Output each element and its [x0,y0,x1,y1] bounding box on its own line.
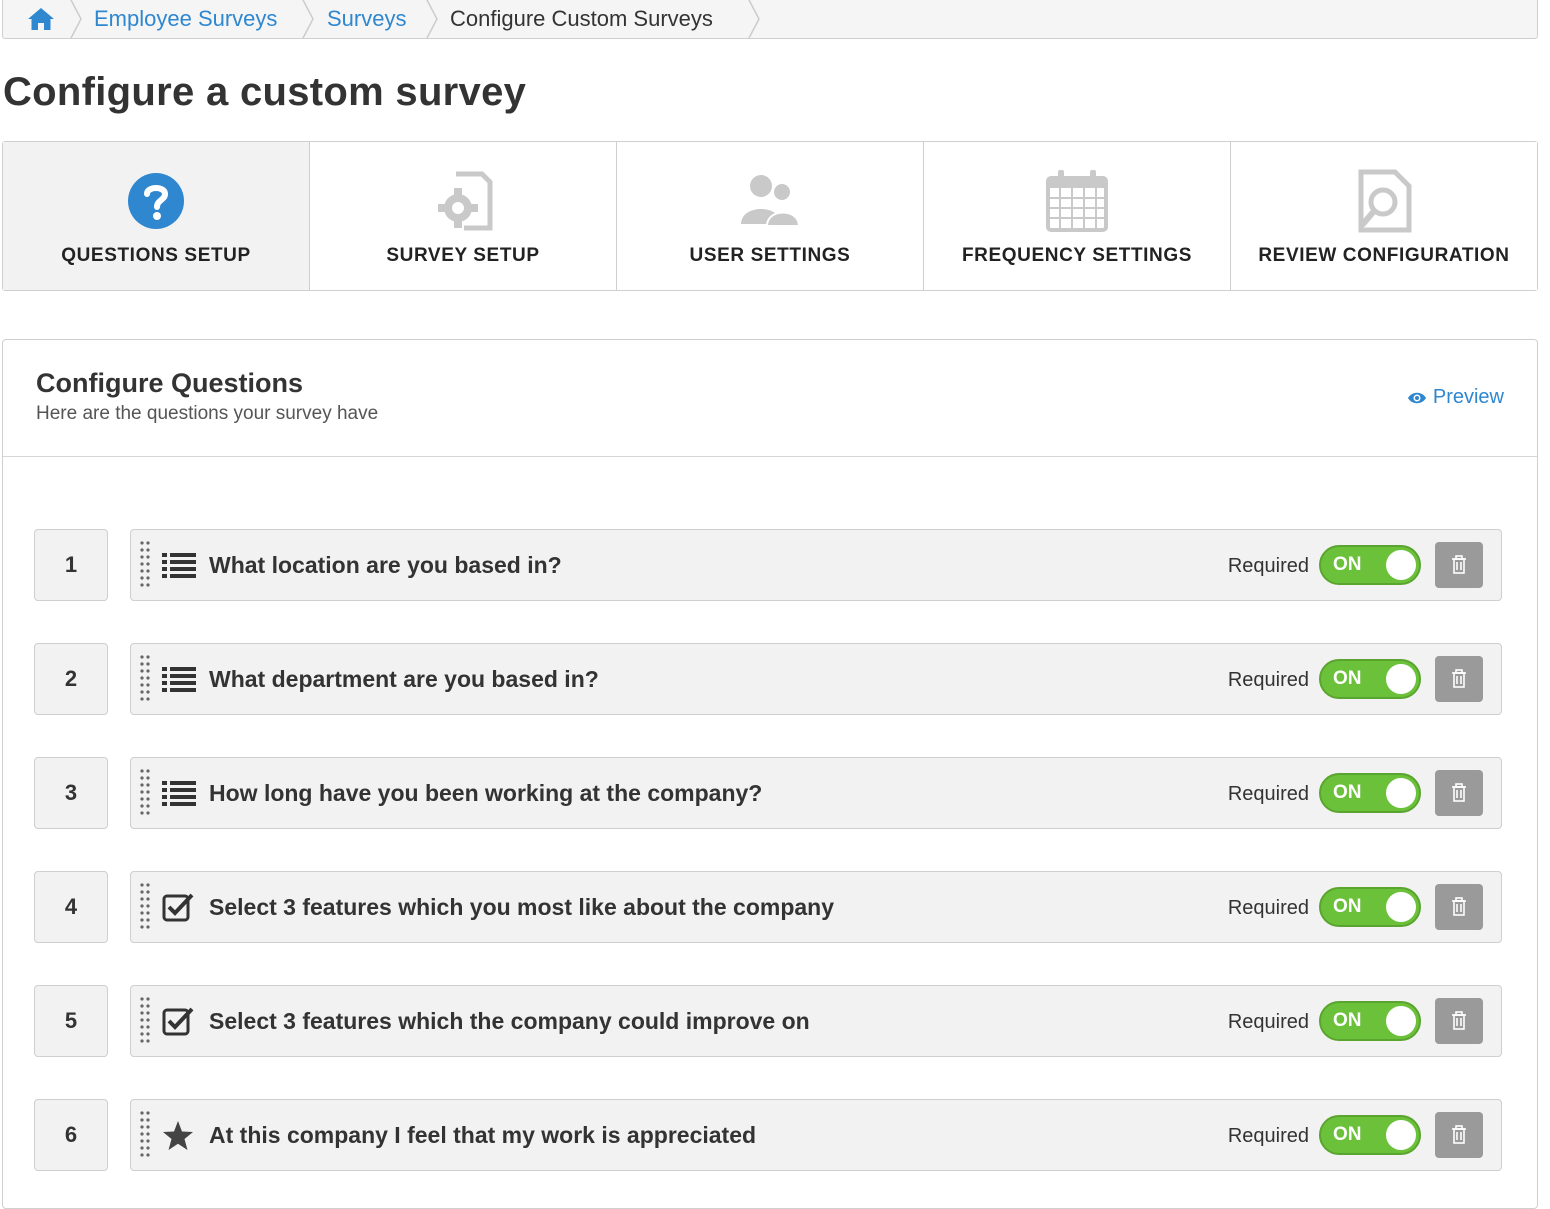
panel-title: Configure Questions [36,368,304,398]
trash-icon [1452,897,1466,916]
question-row[interactable]: At this company I feel that my work is a… [130,1099,1502,1171]
trash-icon [1452,783,1466,802]
step-questions-setup[interactable]: QUESTIONS SETUP [3,142,310,290]
step-label: REVIEW CONFIGURATION [1258,245,1510,266]
question-row[interactable]: What location are you based in? Required… [130,529,1502,601]
panel-header: Configure Questions Here are the questio… [3,340,1537,457]
document-gear-icon [430,168,496,234]
home-icon[interactable] [27,6,55,32]
breadcrumb: Employee Surveys Surveys Configure Custo… [2,0,1538,39]
step-label: FREQUENCY SETTINGS [961,245,1193,266]
step-review-configuration[interactable]: REVIEW CONFIGURATION [1231,142,1537,290]
breadcrumb-separator-icon [425,0,439,39]
checkbox-icon [162,892,196,924]
question-text: At this company I feel that my work is a… [209,1122,757,1148]
question-row[interactable]: Select 3 features which you most like ab… [130,871,1502,943]
step-label: USER SETTINGS [689,245,851,266]
required-toggle[interactable]: ON [1319,659,1421,699]
drag-handle-icon[interactable] [139,1110,151,1162]
delete-question-button[interactable] [1435,542,1483,588]
question-number: 4 [34,871,108,943]
calendar-icon [1044,168,1110,234]
delete-question-button[interactable] [1435,770,1483,816]
question-row[interactable]: What department are you based in? Requir… [130,643,1502,715]
list-icon [162,778,196,810]
drag-handle-icon[interactable] [139,540,151,592]
toggle-label: ON [1333,668,1362,689]
question-number: 2 [34,643,108,715]
preview-link[interactable]: Preview [1407,386,1504,409]
required-label: Required [1227,897,1309,919]
question-text: Select 3 features which the company coul… [209,1008,810,1034]
delete-question-button[interactable] [1435,1112,1483,1158]
required-label: Required [1227,1011,1309,1033]
drag-handle-icon[interactable] [139,654,151,706]
required-toggle[interactable]: ON [1319,887,1421,927]
drag-handle-icon[interactable] [139,996,151,1048]
list-icon [162,550,196,582]
toggle-label: ON [1333,1124,1362,1145]
panel-subtitle: Here are the questions your survey have [36,403,379,424]
trash-icon [1452,669,1466,688]
step-label: QUESTIONS SETUP [61,245,251,266]
delete-question-button[interactable] [1435,884,1483,930]
step-survey-setup[interactable]: SURVEY SETUP [310,142,617,290]
question-circle-icon [123,168,189,234]
toggle-knob [1386,778,1416,808]
required-label: Required [1227,555,1309,577]
eye-icon [1407,392,1426,403]
breadcrumb-employee-surveys[interactable]: Employee Surveys [94,0,277,38]
trash-icon [1452,555,1466,574]
breadcrumb-separator-icon [301,0,315,39]
question-number: 6 [34,1099,108,1171]
trash-icon [1452,1125,1466,1144]
question-number: 3 [34,757,108,829]
required-toggle[interactable]: ON [1319,1115,1421,1155]
step-label: SURVEY SETUP [386,245,540,266]
delete-question-button[interactable] [1435,656,1483,702]
page-title: Configure a custom survey [3,70,527,114]
toggle-label: ON [1333,896,1362,917]
required-toggle[interactable]: ON [1319,1001,1421,1041]
checkbox-icon [162,1006,196,1038]
list-icon [162,664,196,696]
question-text: What department are you based in? [209,666,599,692]
breadcrumb-separator-icon [69,0,83,39]
toggle-knob [1386,1006,1416,1036]
toggle-knob [1386,550,1416,580]
delete-question-button[interactable] [1435,998,1483,1044]
document-search-icon [1351,168,1417,234]
wizard-steps: QUESTIONS SETUP SURVEY SETUP USER SETTIN… [2,141,1538,291]
toggle-label: ON [1333,554,1362,575]
toggle-knob [1386,892,1416,922]
required-toggle[interactable]: ON [1319,545,1421,585]
required-label: Required [1227,669,1309,691]
required-toggle[interactable]: ON [1319,773,1421,813]
question-row[interactable]: Select 3 features which the company coul… [130,985,1502,1057]
trash-icon [1452,1011,1466,1030]
star-icon [162,1120,196,1152]
preview-label: Preview [1432,386,1504,408]
toggle-label: ON [1333,1010,1362,1031]
toggle-knob [1386,1120,1416,1150]
question-text: How long have you been working at the co… [209,780,763,806]
required-label: Required [1227,1125,1309,1147]
drag-handle-icon[interactable] [139,768,151,820]
step-frequency-settings[interactable]: FREQUENCY SETTINGS [924,142,1231,290]
breadcrumb-surveys[interactable]: Surveys [327,0,406,38]
question-number: 5 [34,985,108,1057]
breadcrumb-current: Configure Custom Surveys [450,6,713,31]
drag-handle-icon[interactable] [139,882,151,934]
users-icon [737,168,803,234]
toggle-knob [1386,664,1416,694]
toggle-label: ON [1333,782,1362,803]
step-user-settings[interactable]: USER SETTINGS [617,142,924,290]
required-label: Required [1227,783,1309,805]
question-text: Select 3 features which you most like ab… [209,894,834,920]
question-row[interactable]: How long have you been working at the co… [130,757,1502,829]
question-number: 1 [34,529,108,601]
question-text: What location are you based in? [209,552,562,578]
breadcrumb-separator-icon [747,0,761,39]
